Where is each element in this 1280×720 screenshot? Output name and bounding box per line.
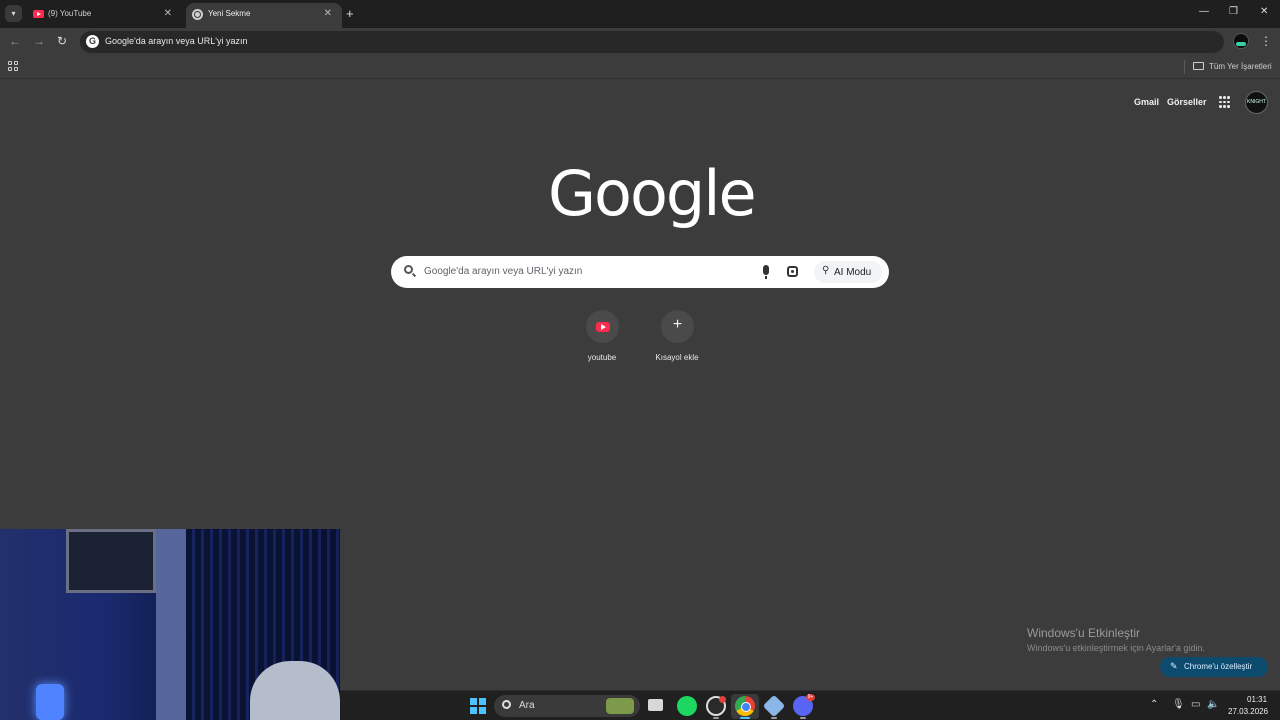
minimize-icon[interactable]: — [1199, 6, 1209, 17]
browser-toolbar: ← → ↻ G Google'da arayın veya URL'yi yaz… [0, 28, 1280, 55]
profile-avatar[interactable] [1233, 33, 1249, 49]
clock-date[interactable]: 27.03.2026 [1228, 707, 1268, 716]
divider [1184, 60, 1185, 74]
google-logo: Google [548, 157, 757, 230]
shortcut-tile: + [661, 310, 694, 343]
address-bar-text: Google'da arayın veya URL'yi yazın [105, 36, 248, 46]
notification-dot [719, 696, 726, 703]
windows-start-icon[interactable] [470, 698, 486, 714]
chevron-up-icon[interactable]: ⌃ [1150, 699, 1158, 710]
taskbar-search[interactable]: Ara [494, 695, 640, 717]
shortcut-youtube[interactable]: youtube [567, 310, 637, 370]
windows-activation-subtitle: Windows'u etkinleştirmek için Ayarlar'a … [1027, 643, 1205, 653]
close-icon[interactable]: ✕ [164, 8, 172, 19]
customize-chrome-button[interactable]: ✎ Chrome'u özelleştir [1160, 657, 1268, 677]
ai-mode-label: AI Modu [834, 267, 872, 278]
search-icon [404, 265, 413, 274]
network-icon[interactable]: ▭ [1191, 699, 1200, 710]
tab-youtube[interactable]: (9) YouTube ✕ [26, 3, 182, 28]
search-highlight-image [606, 698, 634, 714]
back-icon[interactable]: ← [9, 34, 21, 48]
account-avatar[interactable]: KNIGHT [1245, 91, 1268, 114]
microphone-icon[interactable]: 🎙 [1172, 699, 1185, 710]
google-lens-icon[interactable] [787, 266, 798, 277]
webcam-curtain [156, 529, 186, 720]
account-avatar-text: KNIGHT [1247, 99, 1266, 105]
apps-grid-icon[interactable] [8, 61, 18, 71]
microphone-icon[interactable] [763, 265, 769, 279]
tab-search-button[interactable]: ▾ [5, 5, 22, 22]
clock-time[interactable]: 01:31 [1247, 695, 1267, 704]
restore-icon[interactable]: ❐ [1229, 6, 1238, 17]
search-icon [502, 700, 511, 709]
youtube-icon [596, 322, 610, 332]
window-close-icon[interactable]: ✕ [1260, 6, 1268, 17]
running-indicator [740, 717, 750, 719]
google-g-icon: G [86, 35, 99, 48]
chevron-down-icon: ▾ [11, 9, 16, 18]
volume-icon[interactable]: 🔈 [1207, 699, 1219, 710]
search-box[interactable]: Google'da arayın veya URL'yi yazın ⚲ AI … [391, 256, 889, 288]
sparkle-search-icon: ⚲ [822, 265, 830, 276]
google-apps-icon[interactable] [1219, 96, 1231, 108]
ai-mode-button[interactable]: ⚲ AI Modu [814, 261, 882, 283]
bookmarks-bar: Tüm Yer İşaretleri [0, 55, 1280, 79]
tab-new-tab[interactable]: Yeni Sekme ✕ [186, 3, 342, 28]
shortcut-label: Kısayol ekle [655, 353, 699, 362]
gmail-link[interactable]: Gmail [1134, 97, 1159, 107]
tab-strip: ▾ (9) YouTube ✕ Yeni Sekme ✕ + — ❐ ✕ [0, 0, 1280, 28]
taskbar-search-label: Ara [519, 700, 535, 711]
plus-icon: + [672, 316, 683, 333]
file-explorer-icon[interactable] [648, 699, 663, 711]
running-indicator [800, 717, 806, 719]
discord-icon[interactable]: 9+ [793, 694, 815, 716]
shortcut-add[interactable]: + Kısayol ekle [642, 310, 712, 370]
chrome-favicon-icon [192, 9, 203, 20]
close-icon[interactable]: ✕ [324, 8, 332, 19]
webcam-picture-frame [66, 529, 156, 593]
pencil-icon: ✎ [1170, 661, 1178, 671]
tab-title: Yeni Sekme [208, 9, 251, 18]
running-indicator [713, 717, 719, 719]
new-tab-button[interactable]: + [346, 6, 354, 21]
forward-icon[interactable]: → [33, 34, 45, 48]
app-icon[interactable] [762, 694, 786, 718]
chrome-icon[interactable] [735, 696, 755, 716]
webcam-lamp [36, 684, 64, 720]
discord-badge: 9+ [806, 694, 815, 701]
shortcut-label: youtube [587, 353, 617, 362]
search-input[interactable]: Google'da arayın veya URL'yi yazın [424, 266, 582, 277]
taskbar: Ara 9+ ⌃ 🎙 ▭ 🔈 01:31 27.03.2026 [340, 690, 1280, 720]
running-indicator [771, 717, 777, 719]
reload-icon[interactable]: ↻ [57, 34, 67, 48]
windows-activation-title: Windows'u Etkinleştir [1027, 626, 1140, 640]
address-bar[interactable]: G Google'da arayın veya URL'yi yazın [80, 31, 1224, 53]
menu-kebab-icon[interactable]: ⋮ [1260, 34, 1272, 48]
webcam-overlay [0, 529, 340, 720]
customize-chrome-label: Chrome'u özelleştir [1184, 662, 1253, 671]
screen: ▾ (9) YouTube ✕ Yeni Sekme ✕ + — ❐ ✕ ← →… [0, 0, 1280, 720]
obs-icon[interactable] [706, 696, 726, 716]
images-link[interactable]: Görseller [1167, 97, 1207, 107]
tab-title: (9) YouTube [48, 9, 92, 18]
folder-icon [1193, 62, 1204, 70]
shortcut-tile [586, 310, 619, 343]
all-bookmarks-link[interactable]: Tüm Yer İşaretleri [1209, 62, 1272, 71]
youtube-favicon-icon [33, 10, 44, 18]
spotify-icon[interactable] [677, 696, 697, 716]
